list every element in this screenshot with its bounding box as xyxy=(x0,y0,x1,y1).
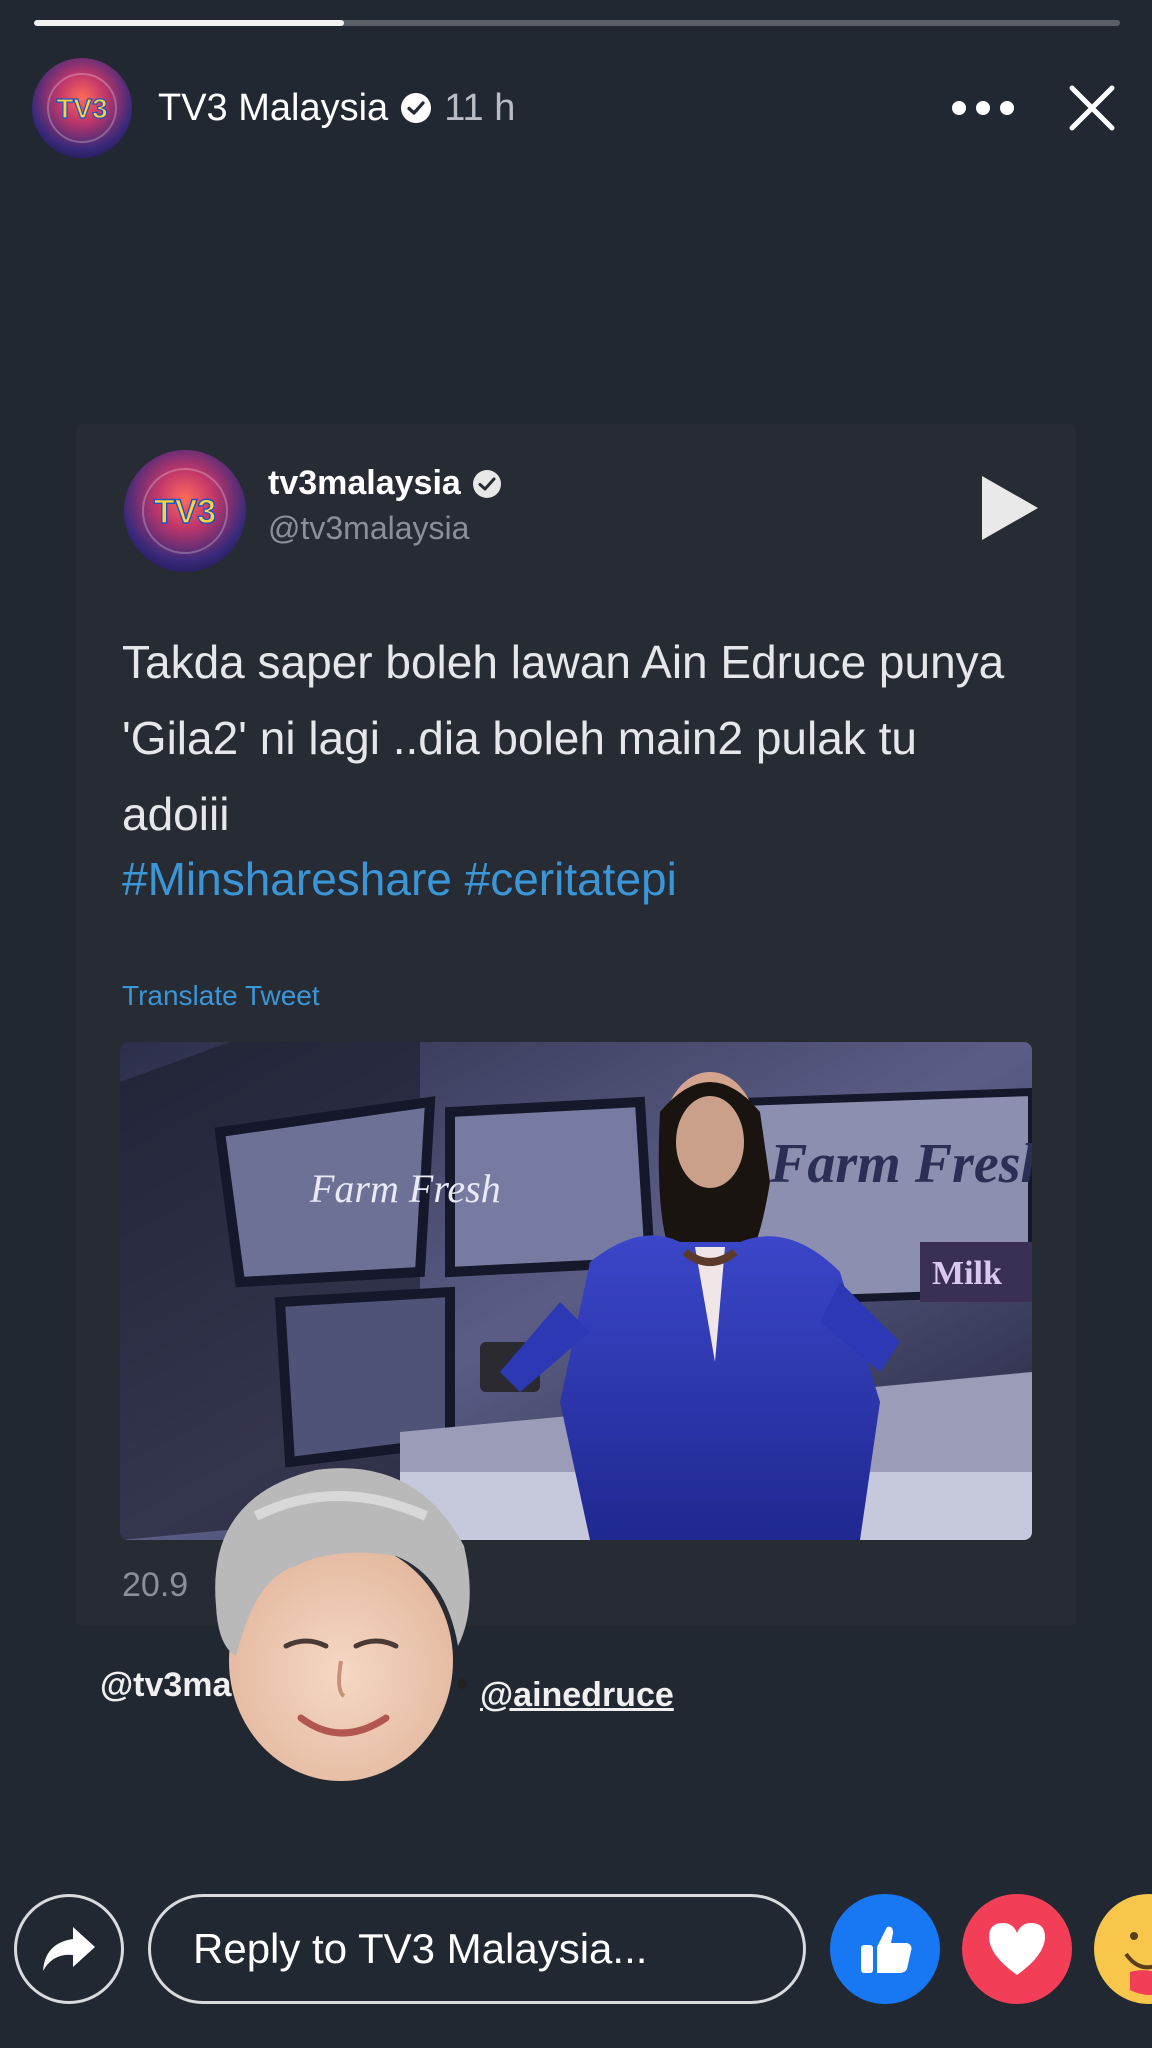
more-dot-icon xyxy=(952,101,966,115)
thumbs-up-icon xyxy=(861,1926,912,1973)
story-header: TV3 TV3 Malaysia 11 h xyxy=(32,58,1122,158)
avatar-logo-text: TV3 xyxy=(56,93,107,124)
tweet-author-handle: @tv3malaysia xyxy=(268,510,470,546)
tweet-avatar-logo-text: TV3 xyxy=(154,493,216,531)
more-dot-icon xyxy=(1000,101,1014,115)
verified-badge-icon xyxy=(472,469,501,498)
care-emoji-icon xyxy=(1124,1932,1152,1995)
tweet-author-name: tv3malaysia xyxy=(268,464,503,503)
tweet-text: Takda saper boleh lawan Ain Edruce punya… xyxy=(122,636,1005,840)
reply-placeholder: Reply to TV3 Malaysia... xyxy=(193,1925,648,1972)
tweet-author-name-text: tv3malaysia xyxy=(268,464,461,502)
like-reaction-button[interactable] xyxy=(830,1894,940,2004)
heart-icon xyxy=(989,1923,1045,1975)
more-dot-icon xyxy=(976,101,990,115)
mention-sticker-right[interactable]: @ainedruce xyxy=(480,1676,674,1715)
page-avatar[interactable]: TV3 xyxy=(32,58,132,158)
reply-input[interactable]: Reply to TV3 Malaysia... xyxy=(148,1894,806,2004)
share-arrow-icon xyxy=(43,1927,95,1971)
page-name[interactable]: TV3 Malaysia xyxy=(158,87,388,130)
verified-badge-icon xyxy=(401,93,432,123)
video-brand-sub-text: Milk xyxy=(932,1255,1002,1292)
share-button[interactable] xyxy=(14,1894,124,2004)
close-icon[interactable] xyxy=(1062,78,1122,138)
tweet-hashtags: #Minshareshare #ceritatepi xyxy=(122,853,677,905)
video-brand-text: Farm Fresh xyxy=(309,1166,501,1211)
more-options-button[interactable] xyxy=(948,78,1018,138)
tweet-view-count: 20.9 xyxy=(122,1566,189,1604)
care-reaction-button[interactable] xyxy=(1094,1894,1152,2004)
story-progress-bar xyxy=(34,20,1120,26)
love-reaction-button[interactable] xyxy=(962,1894,1072,2004)
tweet-avatar: TV3 xyxy=(124,450,246,572)
tweet-screenshot-card: TV3 tv3malaysia @tv3malaysia Takda saper… xyxy=(76,424,1076,1626)
translate-tweet-link: Translate Tweet xyxy=(122,980,320,1011)
play-icon xyxy=(982,476,1038,540)
video-brand-text-large: Farm Fresh xyxy=(769,1133,1032,1195)
post-time: 11 h xyxy=(444,86,516,129)
story-progress-fill xyxy=(34,20,344,26)
face-sticker xyxy=(215,1468,470,1781)
